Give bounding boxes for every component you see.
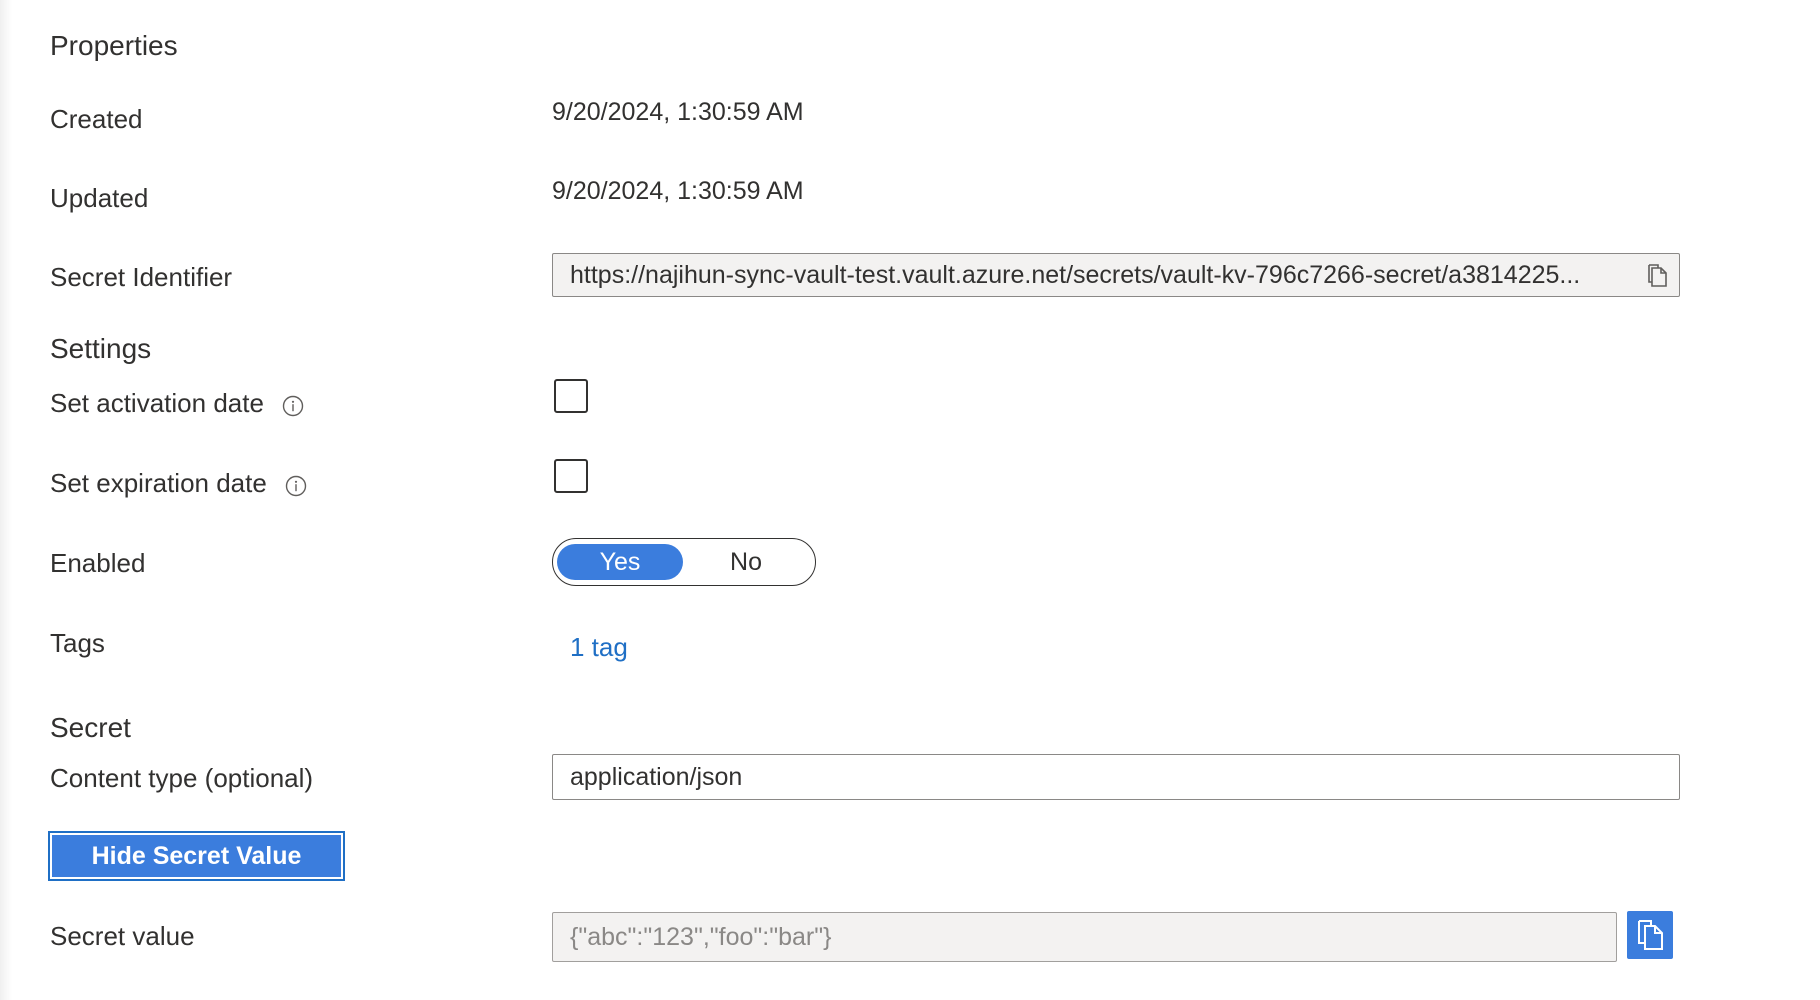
secret-identifier-label: Secret Identifier <box>50 262 232 293</box>
tags-label: Tags <box>50 628 105 659</box>
hide-secret-value-button[interactable]: Hide Secret Value <box>48 831 345 881</box>
settings-heading: Settings <box>50 333 152 364</box>
copy-icon[interactable] <box>1635 253 1679 297</box>
created-label: Created <box>50 104 143 135</box>
enabled-yes-option[interactable]: Yes <box>557 544 683 580</box>
created-value: 9/20/2024, 1:30:59 AM <box>552 98 804 126</box>
expiration-date-label: Set expiration date <box>50 468 307 499</box>
secret-heading: Secret <box>50 712 131 743</box>
secret-identifier-field[interactable]: https://najihun-sync-vault-test.vault.az… <box>552 253 1680 297</box>
content-type-label-text: Content type (optional) <box>50 763 314 793</box>
content-type-label: Content type (optional) <box>50 763 313 794</box>
copy-icon <box>1638 920 1663 950</box>
properties-heading: Properties <box>50 30 178 61</box>
updated-label-text: Updated <box>50 183 149 213</box>
activation-date-label: Set activation date <box>50 388 304 419</box>
enabled-toggle[interactable]: Yes No <box>552 538 816 586</box>
secret-properties-page: Properties Created 9/20/2024, 1:30:59 AM… <box>0 0 1820 1000</box>
activation-date-checkbox[interactable] <box>554 379 588 413</box>
enabled-label-text: Enabled <box>50 548 146 578</box>
secret-value-label: Secret value <box>50 921 195 952</box>
created-label-text: Created <box>50 104 143 134</box>
secret-identifier-label-text: Secret Identifier <box>50 262 233 292</box>
copy-secret-button[interactable] <box>1627 911 1673 959</box>
expiration-date-label-text: Set expiration date <box>50 468 267 498</box>
updated-value: 9/20/2024, 1:30:59 AM <box>552 177 804 205</box>
updated-label: Updated <box>50 183 148 214</box>
info-icon[interactable] <box>285 473 307 496</box>
content-type-input[interactable]: application/json <box>552 754 1680 800</box>
secret-value-label-text: Secret value <box>50 921 195 951</box>
info-icon[interactable] <box>282 393 304 416</box>
secret-identifier-text[interactable]: https://najihun-sync-vault-test.vault.az… <box>570 261 1635 290</box>
enabled-no-option[interactable]: No <box>683 544 809 580</box>
expiration-date-checkbox[interactable] <box>554 459 588 493</box>
tags-label-text: Tags <box>50 628 105 658</box>
activation-date-label-text: Set activation date <box>50 388 264 418</box>
secret-value-field[interactable]: {"abc":"123","foo":"bar"} <box>552 912 1617 962</box>
enabled-label: Enabled <box>50 548 145 579</box>
tags-link[interactable]: 1 tag <box>570 632 628 663</box>
